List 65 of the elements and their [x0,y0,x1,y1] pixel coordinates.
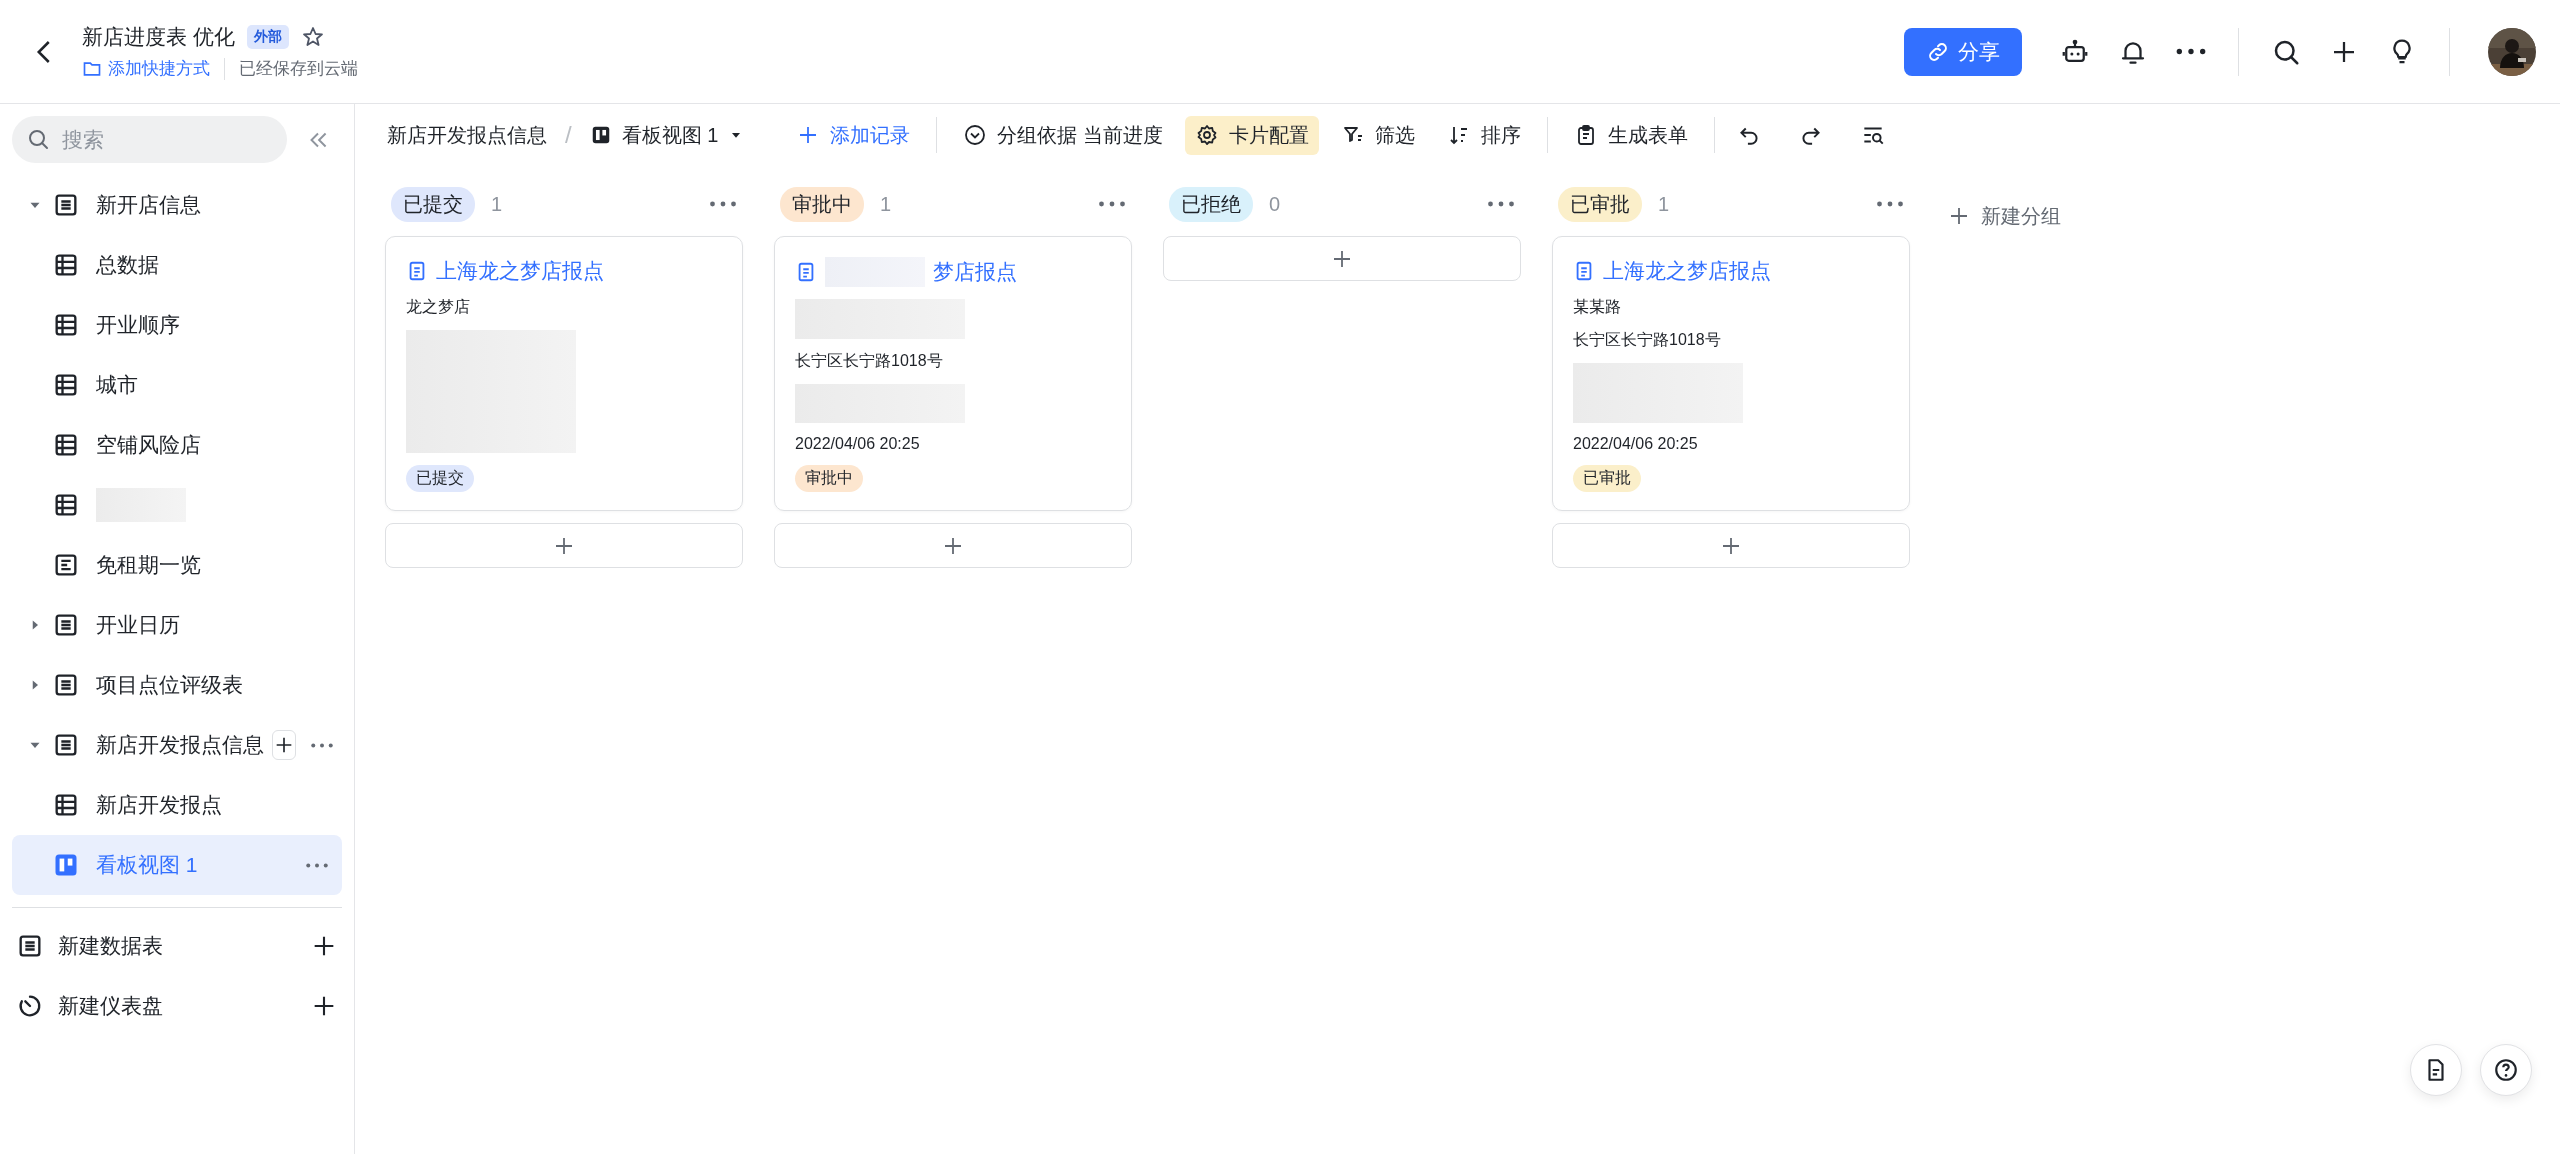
sidebar-item[interactable]: 新店开发报点 [12,775,342,835]
add-shortcut-link[interactable]: 添加快捷方式 [82,57,210,80]
new-group-button[interactable]: 新建分组 [1941,196,2067,236]
help-icon [2493,1057,2519,1083]
card-count: 1 [1658,192,1671,216]
filter-button[interactable]: 筛选 [1330,115,1425,155]
save-status: 已经保存到云端 [239,58,358,80]
field-value: 长宁区长宁路1018号 [1573,330,1722,350]
sidebar-item[interactable]: 城市 [12,355,342,415]
field-value: 2022/04/06 20:25 [1573,435,1699,453]
help-button[interactable] [2480,1044,2532,1096]
sidebar-item[interactable]: 项目点位评级表 [12,655,342,715]
more-icon [1098,201,1126,207]
view-selector[interactable]: 看板视图 1 [589,121,745,149]
sidebar-label[interactable]: 新建数据表 [58,932,296,960]
more-icon [709,201,737,207]
document-button[interactable] [2410,1044,2462,1096]
record-card[interactable]: 上海龙之梦店报点 某某路 长宁区长宁路1018号 2022/04/06 20:25 已审批 [1552,236,1910,511]
add-button[interactable] [272,730,296,760]
sort-button[interactable]: 排序 [1436,115,1531,155]
status-tag: 已审批 [1573,465,1641,492]
sidebar-item[interactable]: 新开店信息 [12,175,342,235]
status-tag: 审批中 [795,465,863,492]
breadcrumb-link[interactable]: 新店开发报点信息 [387,121,547,149]
field-value: 长宁区长宁路1018号 [795,350,944,371]
more-icon [305,862,329,868]
status-tag: 已提交 [406,465,474,492]
status-label: 已提交 [391,186,475,222]
sidebar-item[interactable]: 空铺风险店 [12,415,342,475]
sidebar-item[interactable]: 开业日历 [12,595,342,655]
field-value: 某某路 [1573,297,1622,317]
field-value: 2022/04/06 20:25 [795,435,921,453]
card-settings-button[interactable]: 卡片配置 [1184,115,1319,155]
record-card[interactable]: 上海龙之梦店报点 龙之梦店 已提交 [385,236,743,511]
share-button[interactable]: 分享 [1904,27,2022,76]
card-title[interactable]: 梦店报点 [933,258,1017,286]
star-icon[interactable] [300,25,325,49]
breadcrumb-separator: / [565,121,572,149]
more-icon [1876,201,1904,207]
card-title[interactable]: 上海龙之梦店报点 [1603,257,1771,285]
sidebar-item[interactable]: 看板视图 1 [12,835,342,895]
card-count: 0 [1269,192,1282,216]
sidebar-label[interactable]: 新建仪表盘 [58,992,296,1020]
card-count: 1 [880,192,893,216]
status-label: 已审批 [1558,186,1642,222]
sidebar-item[interactable]: 新店开发报点信息 [12,715,342,775]
sidebar-item[interactable]: 免租期一览 [12,535,342,595]
status-label: 已拒绝 [1169,186,1253,222]
generate-form-button[interactable]: 生成表单 [1563,115,1698,155]
record-card[interactable]: 梦店报点 长宁区长宁路1018号 2022/04/06 20:25 审批中 [774,236,1132,511]
group-by-button[interactable]: 分组依据 当前进度 [953,115,1173,155]
field-value: 龙之梦店 [406,297,471,317]
more-icon [1487,201,1515,207]
more-icon [2176,48,2206,55]
add-record-button[interactable]: 添加记录 [786,115,921,155]
search-field[interactable]: 搜索 [12,116,287,163]
sidebar-item[interactable]: 开业顺序 [12,295,342,355]
sidebar-item[interactable]: 总数据 [12,235,342,295]
chevron-icon [963,123,988,147]
document-title: 新店进度表 优化 [82,24,235,50]
card-count: 1 [491,192,504,216]
card-title[interactable]: 上海龙之梦店报点 [436,257,604,285]
external-badge: 外部 [246,25,289,49]
status-label: 审批中 [780,186,864,222]
more-icon [310,742,334,748]
